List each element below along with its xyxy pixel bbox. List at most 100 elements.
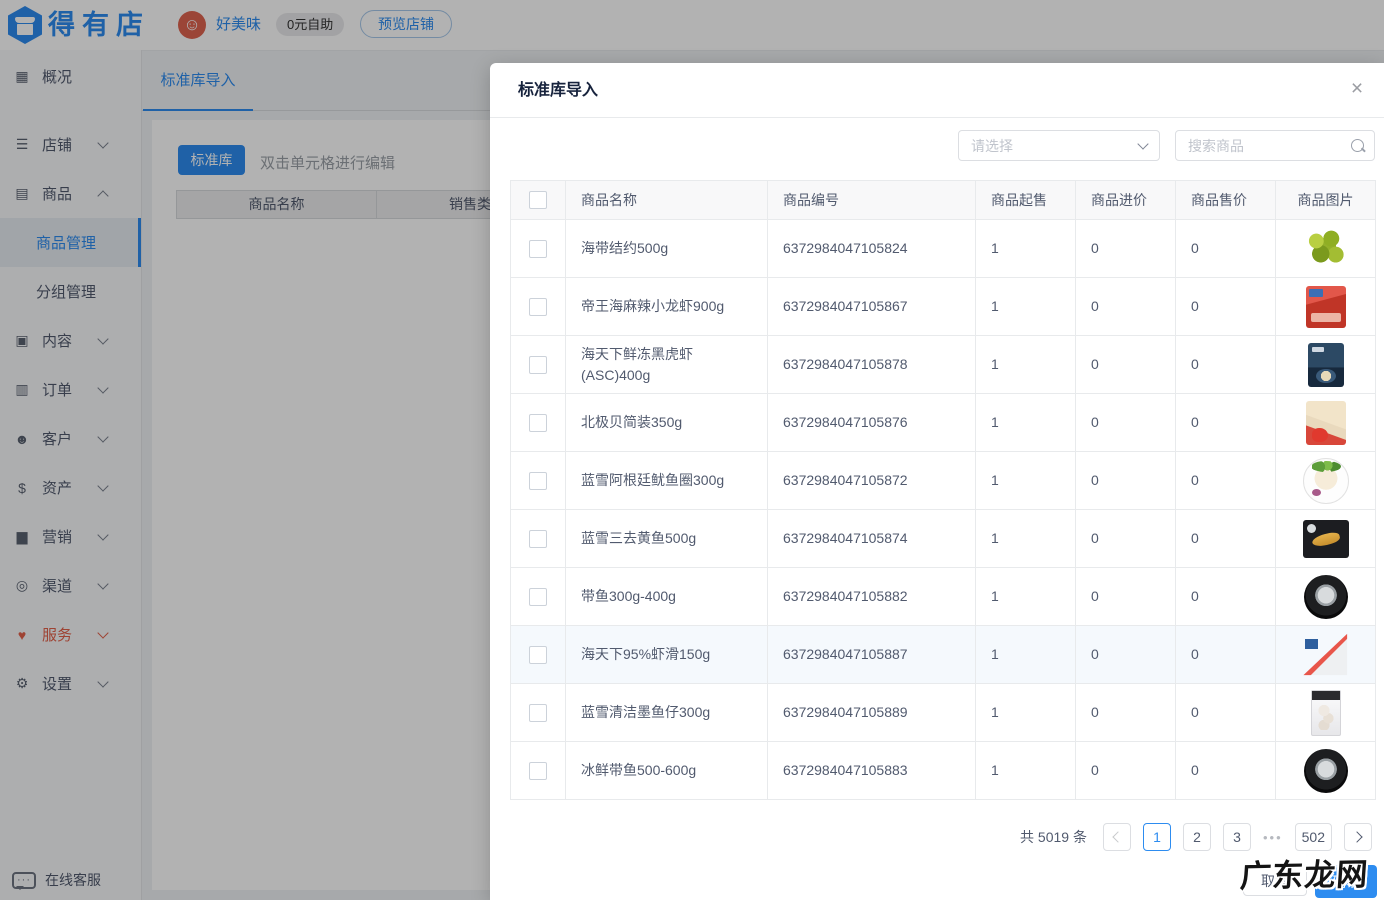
page-button-1[interactable]: 1 — [1142, 823, 1171, 851]
cell-sale_price: 0 — [1176, 510, 1276, 567]
cell-name: 蓝雪三去黄鱼500g — [566, 510, 768, 567]
cell-purchase_price: 0 — [1076, 684, 1176, 741]
search-icon[interactable] — [1351, 139, 1364, 152]
page-button-2[interactable]: 2 — [1182, 823, 1211, 851]
cell-purchase_price: 0 — [1076, 626, 1176, 683]
cell-check — [511, 278, 566, 335]
table-row: 海天下鲜冻黑虎虾(ASC)400g 6372984047105878 1 0 0 — [511, 335, 1375, 393]
row-checkbox[interactable] — [529, 645, 547, 664]
product-image — [1303, 574, 1348, 619]
cell-img — [1276, 684, 1375, 741]
row-checkbox[interactable] — [529, 413, 547, 432]
header-checkbox-cell — [511, 181, 566, 219]
standard-library-import-modal: 标准库导入 × 请选择 商品名称商品编号商品起售商品进价商品售价 商品图片 海带结… — [490, 63, 1384, 900]
row-checkbox[interactable] — [529, 355, 547, 374]
table-row: 帝王海麻辣小龙虾900g 6372984047105867 1 0 0 — [511, 277, 1375, 335]
row-checkbox[interactable] — [529, 761, 547, 780]
cell-purchase_price: 0 — [1076, 452, 1176, 509]
page-button-3[interactable]: 3 — [1222, 823, 1251, 851]
cell-min_order: 1 — [976, 626, 1076, 683]
close-icon[interactable]: × — [1344, 77, 1370, 103]
cell-purchase_price: 0 — [1076, 742, 1176, 799]
table-row: 带鱼300g-400g 6372984047105882 1 0 0 — [511, 567, 1375, 625]
cell-check — [511, 336, 566, 393]
product-image — [1307, 342, 1344, 387]
cell-code: 6372984047105824 — [768, 220, 976, 277]
cell-check — [511, 626, 566, 683]
cell-sale_price: 0 — [1176, 394, 1276, 451]
total-count: 共 5019 条 — [1020, 829, 1087, 845]
chevron-down-icon — [1137, 137, 1149, 150]
cell-sale_price: 0 — [1176, 742, 1276, 799]
product-image — [1303, 748, 1348, 793]
cell-code: 6372984047105876 — [768, 394, 976, 451]
cell-sale_price: 0 — [1176, 452, 1276, 509]
cell-check — [511, 568, 566, 625]
cell-img — [1276, 626, 1375, 683]
cell-img — [1276, 220, 1375, 277]
cell-img — [1276, 452, 1375, 509]
cell-purchase_price: 0 — [1076, 336, 1176, 393]
cell-name: 蓝雪阿根廷鱿鱼圈300g — [566, 452, 768, 509]
cell-code: 6372984047105878 — [768, 336, 976, 393]
cell-sale_price: 0 — [1176, 568, 1276, 625]
cell-purchase_price: 0 — [1076, 394, 1176, 451]
cell-name: 蓝雪清洁墨鱼仔300g — [566, 684, 768, 741]
cell-min_order: 1 — [976, 220, 1076, 277]
category-select[interactable]: 请选择 — [958, 130, 1160, 161]
cell-code: 6372984047105874 — [768, 510, 976, 567]
row-checkbox[interactable] — [529, 587, 547, 606]
pagination: 共 5019 条 1 2 3 ••• 502 — [1020, 823, 1372, 851]
cell-check — [511, 452, 566, 509]
table-row: 北极贝简装350g 6372984047105876 1 0 0 — [511, 393, 1375, 451]
cell-name: 海带结约500g — [566, 220, 768, 277]
search-box — [1175, 130, 1375, 161]
row-checkbox[interactable] — [529, 529, 547, 548]
product-image — [1305, 285, 1346, 328]
cell-check — [511, 510, 566, 567]
cell-code: 6372984047105882 — [768, 568, 976, 625]
table-row: 蓝雪三去黄鱼500g 6372984047105874 1 0 0 — [511, 509, 1375, 567]
prev-page-button[interactable] — [1102, 823, 1131, 851]
product-image — [1305, 400, 1346, 445]
product-table: 商品名称 商品编号 商品起售 商品进价 商品售价 商品图片 海带结约500g 6372984… — [510, 180, 1376, 800]
cell-min_order: 1 — [976, 742, 1076, 799]
column-header-3: 商品起售 — [976, 181, 1076, 219]
cell-min_order: 1 — [976, 568, 1076, 625]
table-row: 海带结约500g 6372984047105824 1 0 0 — [511, 219, 1375, 277]
table-row: 蓝雪阿根廷鱿鱼圈300g 6372984047105872 1 0 0 — [511, 451, 1375, 509]
modal-header: 标准库导入 × — [490, 63, 1384, 118]
row-checkbox[interactable] — [529, 703, 547, 722]
search-input[interactable] — [1186, 136, 1351, 155]
site-watermark: 广东龙网 — [1238, 856, 1370, 894]
cell-code: 6372984047105887 — [768, 626, 976, 683]
row-checkbox[interactable] — [529, 297, 547, 316]
cell-check — [511, 742, 566, 799]
cell-min_order: 1 — [976, 452, 1076, 509]
chevron-right-icon — [1350, 831, 1363, 843]
column-header-2: 商品编号 — [768, 181, 976, 219]
row-checkbox[interactable] — [529, 239, 547, 258]
table-row: 海天下95%虾滑150g 6372984047105887 1 0 0 — [511, 625, 1375, 683]
category-select-placeholder: 请选择 — [971, 137, 1013, 154]
next-page-button[interactable] — [1344, 823, 1372, 851]
cell-code: 6372984047105883 — [768, 742, 976, 799]
product-image — [1303, 228, 1348, 269]
select-all-checkbox[interactable] — [529, 191, 547, 209]
row-checkbox[interactable] — [529, 471, 547, 490]
cell-name: 北极贝简装350g — [566, 394, 768, 451]
cell-min_order: 1 — [976, 510, 1076, 567]
cell-name: 帝王海麻辣小龙虾900g — [566, 278, 768, 335]
cell-img — [1276, 336, 1375, 393]
cell-min_order: 1 — [976, 336, 1076, 393]
product-image — [1310, 689, 1341, 736]
app-root: 得有店 ☺ 好美味 0元自助 预览店铺 ▦ 概况 ☰ 店铺 ▤ 商品 商品管理 分组管理 ▣ 内容… — [0, 0, 1384, 900]
cell-img — [1276, 568, 1375, 625]
cell-min_order: 1 — [976, 684, 1076, 741]
cell-code: 6372984047105867 — [768, 278, 976, 335]
page-button-last[interactable]: 502 — [1294, 823, 1332, 851]
product-image — [1303, 633, 1349, 677]
column-header-5: 商品售价 — [1176, 181, 1276, 219]
cell-check — [511, 684, 566, 741]
table-row: 冰鲜带鱼500-600g 6372984047105883 1 0 0 — [511, 741, 1375, 799]
